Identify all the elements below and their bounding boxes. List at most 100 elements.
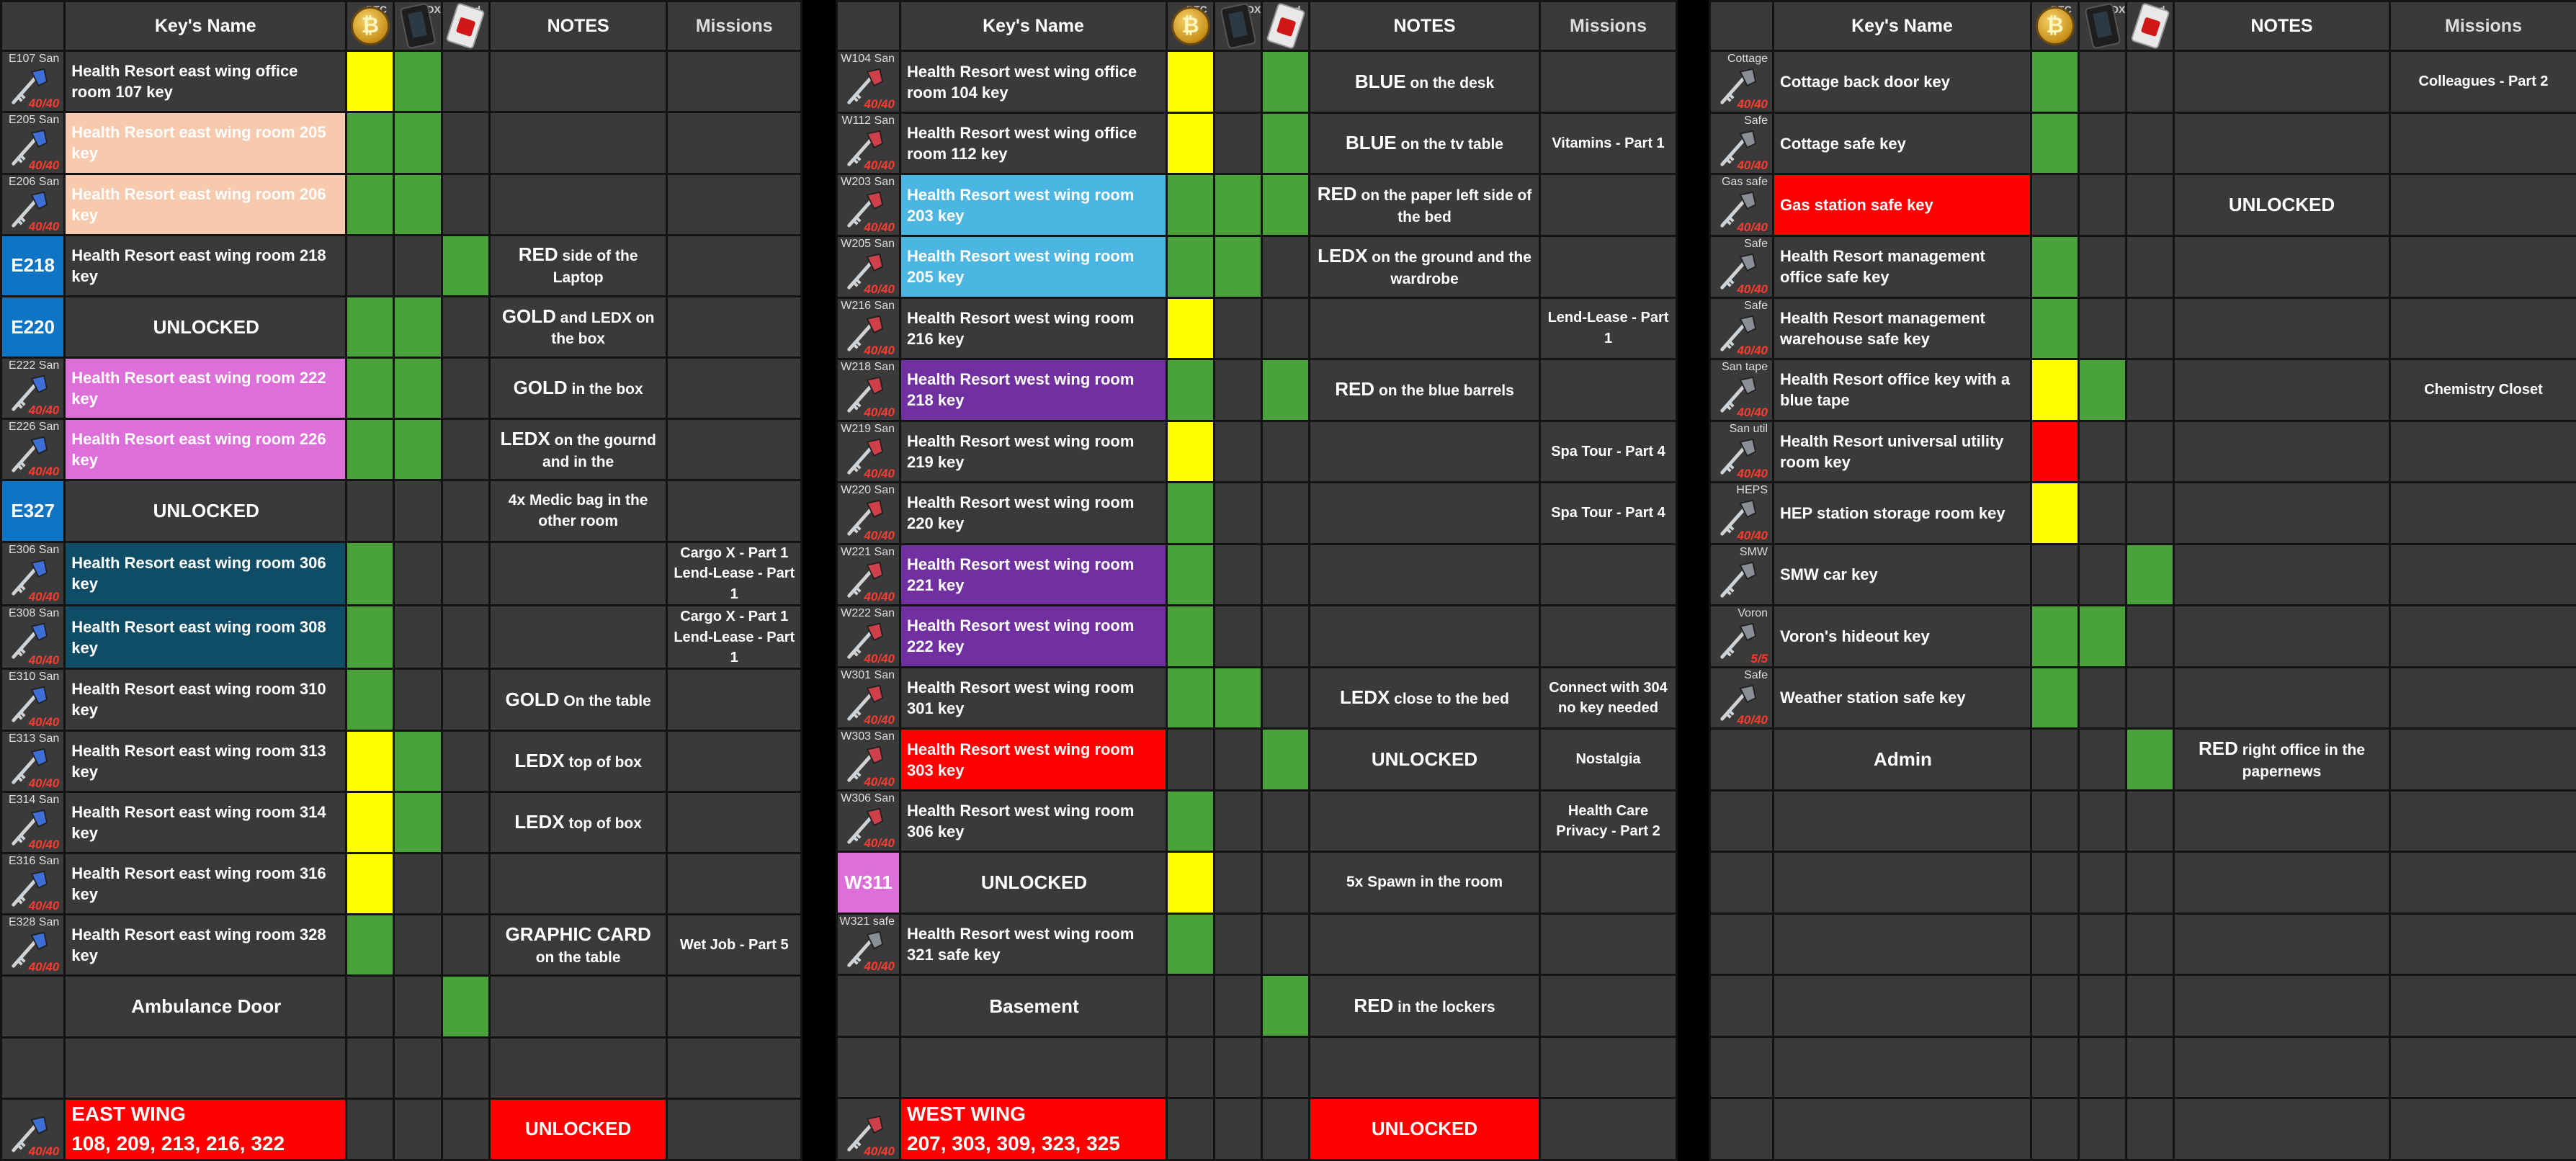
keycard-status-cell <box>1261 974 1310 1038</box>
key-row[interactable]: W321 safe 40/40 Health Resort west wing ro… <box>836 912 1678 977</box>
notes-text: 4x Medic bag in the other room <box>508 491 648 529</box>
key-row[interactable]: E205 San 40/40 Health Resort east wing roo… <box>0 111 802 175</box>
key-tag-label: E205 San <box>8 114 60 127</box>
key-row[interactable]: W218 San 40/40 Health Resort west wing roo… <box>836 358 1678 422</box>
key-row[interactable]: E314 San 40/40 Health Resort east wing roo… <box>0 790 802 854</box>
key-row[interactable] <box>1709 789 2576 853</box>
key-durability: 40/40 <box>864 97 895 111</box>
key-row[interactable]: Basement RED in the lockers <box>836 974 1678 1038</box>
locations-panel: Key's NameBTC₿LEDXRedNOTESMissionsCottag… <box>1709 0 2576 1161</box>
key-name <box>1772 851 2032 915</box>
btc-status-cell <box>2030 912 2080 977</box>
key-row[interactable]: SMW SMW car key <box>1709 542 2576 607</box>
empty-cell <box>1166 1097 1215 1161</box>
key-row[interactable]: E328 San 40/40 Health Resort east wing roo… <box>0 913 802 977</box>
keycard-status-cell <box>1261 851 1310 915</box>
key-row[interactable]: Voron 5/5 Voron's hideout key <box>1709 604 2576 668</box>
key-row[interactable]: W303 San 40/40 Health Resort west wing roo… <box>836 727 1678 792</box>
btc-status-cell <box>1166 665 1215 730</box>
key-name: Health Resort west wing room 221 key <box>899 542 1168 607</box>
key-row[interactable]: San util 40/40 Health Resort universal uti… <box>1709 419 2576 484</box>
btc-status-cell <box>345 172 395 236</box>
key-row[interactable]: W221 San 40/40 Health Resort west wing roo… <box>836 542 1678 607</box>
key-row[interactable]: W220 San 40/40 Health Resort west wing roo… <box>836 481 1678 545</box>
key-row[interactable]: Ambulance Door <box>0 974 802 1039</box>
key-row[interactable]: E310 San 40/40 Health Resort east wing roo… <box>0 668 802 732</box>
key-tag-label: San tape <box>1721 361 1768 374</box>
key-tag-label: W112 San <box>841 114 895 127</box>
keycard-status-cell <box>440 729 491 793</box>
key-row[interactable]: W205 San 40/40 Health Resort west wing roo… <box>836 235 1678 299</box>
key-name: Health Resort east wing room 206 key <box>63 172 348 236</box>
key-row[interactable]: Admin RED right office in the papernews <box>1709 727 2576 792</box>
key-row[interactable]: E222 San 40/40 Health Resort east wing roo… <box>0 357 802 421</box>
key-icon-gray <box>1720 561 1757 598</box>
notes-highlight: GRAPHIC CARD <box>505 923 651 945</box>
key-row[interactable]: Safe 40/40 Cottage safe key <box>1709 111 2576 176</box>
key-tag-label: HEPS <box>1736 484 1768 497</box>
key-row[interactable]: Cottage 40/40 Cottage back door key Colleag… <box>1709 50 2576 114</box>
key-row[interactable]: E306 San 40/40 Health Resort east wing roo… <box>0 540 802 607</box>
key-row[interactable] <box>836 1035 1678 1100</box>
key-row[interactable]: E206 San 40/40 Health Resort east wing roo… <box>0 172 802 236</box>
key-row[interactable] <box>1709 974 2576 1038</box>
notes-cell <box>1308 789 1541 853</box>
key-row[interactable] <box>0 1036 802 1100</box>
ledx-status-cell <box>2078 296 2127 361</box>
key-row[interactable] <box>1709 912 2576 977</box>
key-row[interactable]: E316 San 40/40 Health Resort east wing roo… <box>0 851 802 916</box>
key-row[interactable] <box>1709 1035 2576 1100</box>
notes-text: UNLOCKED <box>1371 748 1478 771</box>
key-name <box>899 1035 1168 1100</box>
notes-cell <box>1308 419 1541 484</box>
key-icon-cell: E205 San 40/40 <box>0 111 66 175</box>
missions-cell <box>1539 604 1678 668</box>
key-row[interactable]: W104 San 40/40 Health Resort west wing off… <box>836 50 1678 114</box>
key-row[interactable]: HEPS 40/40 HEP station storage room key <box>1709 481 2576 545</box>
key-row[interactable] <box>1709 851 2576 915</box>
key-name: Health Resort east wing room 314 key <box>63 790 348 854</box>
header-key-name: Key's Name <box>1772 0 2032 53</box>
notes-cell: LEDX on the gournd and in the <box>488 418 668 482</box>
key-row[interactable]: Safe 40/40 Health Resort management wareho… <box>1709 296 2576 361</box>
key-icon-cell: W220 San 40/40 <box>836 481 901 545</box>
keycard-status-cell <box>440 974 491 1039</box>
key-row[interactable]: Safe 40/40 Weather station safe key <box>1709 665 2576 730</box>
ledx-status-cell <box>393 668 443 732</box>
key-row[interactable]: W112 San 40/40 Health Resort west wing off… <box>836 111 1678 176</box>
key-row[interactable]: W203 San 40/40 Health Resort west wing roo… <box>836 173 1678 238</box>
key-row[interactable]: W306 San 40/40 Health Resort west wing roo… <box>836 789 1678 853</box>
key-row[interactable]: E107 San 40/40 Health Resort east wing off… <box>0 50 802 114</box>
ledx-status-cell <box>393 1036 443 1100</box>
notes-cell <box>2173 1035 2391 1100</box>
key-name: Health Resort east wing room 222 key <box>63 357 348 421</box>
key-row[interactable]: Safe 40/40 Health Resort management office… <box>1709 235 2576 299</box>
key-row[interactable]: San tape 40/40 Health Resort office key wi… <box>1709 358 2576 422</box>
key-row[interactable]: W216 San 40/40 Health Resort west wing roo… <box>836 296 1678 361</box>
missions-cell <box>2389 851 2576 915</box>
missions-cell <box>1539 50 1678 114</box>
key-durability: 5/5 <box>1750 651 1768 665</box>
key-row[interactable]: E327 UNLOCKED 4x Medic bag in the other ro… <box>0 479 802 543</box>
key-tag-label: W301 San <box>841 668 895 681</box>
notes-cell <box>2173 789 2391 853</box>
key-row[interactable]: E218 Health Resort east wing room 218 key… <box>0 233 802 297</box>
key-durability: 40/40 <box>1737 528 1768 542</box>
key-row[interactable]: E220 UNLOCKED GOLD and LEDX on the box <box>0 295 802 359</box>
notes-text: On the table <box>563 692 651 709</box>
key-row[interactable]: W301 San 40/40 Health Resort west wing roo… <box>836 665 1678 730</box>
key-icon-cell: W219 San 40/40 <box>836 419 901 484</box>
key-row[interactable]: W219 San 40/40 Health Resort west wing roo… <box>836 419 1678 484</box>
key-icon-cell: W216 San 40/40 <box>836 296 901 361</box>
key-row[interactable]: W311 UNLOCKED 5x Spawn in the room <box>836 851 1678 915</box>
key-row[interactable]: W222 San 40/40 Health Resort west wing roo… <box>836 604 1678 668</box>
notes-text: in the lockers <box>1397 998 1495 1016</box>
btc-status-cell <box>345 540 395 607</box>
key-row[interactable]: E313 San 40/40 Health Resort east wing roo… <box>0 729 802 793</box>
ledx-status-cell <box>1213 665 1263 730</box>
key-row[interactable]: E308 San 40/40 Health Resort east wing roo… <box>0 604 802 671</box>
key-row[interactable]: Gas safe 40/40 Gas station safe key UNLOCKE… <box>1709 173 2576 238</box>
notes-highlight: LEDX <box>514 749 565 771</box>
key-row[interactable]: E226 San 40/40 Health Resort east wing roo… <box>0 418 802 482</box>
key-durability: 40/40 <box>28 1144 60 1158</box>
